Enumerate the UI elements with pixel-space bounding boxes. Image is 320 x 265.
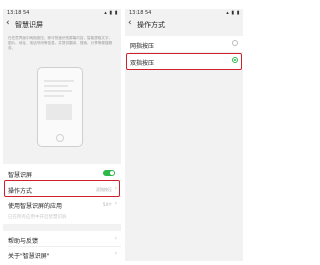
smart-screen-toggle[interactable]: [103, 170, 115, 176]
setting-apps-using[interactable]: 使用智慧识屏的应用 54个 ›: [3, 197, 121, 211]
status-icons: ▴ ▮ ▮: [226, 10, 240, 16]
link-label: 关于"智慧识屏": [8, 253, 50, 260]
option-label: 网指按压: [130, 43, 155, 50]
setting-info-note: 已在所有应用中开启智慧识屏: [3, 210, 121, 224]
help-feedback-link[interactable]: 帮助与反馈 ›: [3, 232, 121, 246]
nav-bar: ‹ 操作方式: [125, 17, 243, 31]
chevron-right-icon: ›: [114, 250, 117, 257]
main-settings-screen: 13:18 54 ▴ ▮ ▮ ‹ 智慧识屏 在任意界面中两指按压，即可快速识别屏…: [3, 9, 121, 261]
back-arrow-icon[interactable]: ‹: [6, 18, 10, 29]
option-two-finger-press[interactable]: 网指按压: [125, 37, 243, 51]
chevron-right-icon: ›: [114, 200, 117, 207]
status-icons: ▴ ▮ ▮: [104, 10, 118, 16]
setting-value: 54个: [102, 202, 112, 207]
feature-description: 在任意界面中两指按压，即可快速识别屏幕内容，智能提取文字、图片、地址、电话号码等…: [8, 36, 113, 50]
status-time: 13:18 54: [129, 10, 152, 16]
setting-label: 已在所有应用中开启智慧识屏: [8, 215, 67, 220]
nav-bar: ‹ 智慧识屏: [3, 17, 121, 31]
page-title: 智慧识屏: [15, 21, 43, 29]
about-link[interactable]: 关于"智慧识屏" ›: [3, 247, 121, 261]
page-title: 操作方式: [137, 21, 165, 29]
setting-smart-screen: 智慧识屏: [3, 166, 121, 180]
link-label: 帮助与反馈: [8, 238, 39, 245]
status-time: 13:18 54: [7, 10, 30, 16]
setting-label: 使用智慧识屏的应用: [8, 203, 63, 210]
phone-illustration: [37, 67, 83, 147]
back-arrow-icon[interactable]: ‹: [128, 18, 132, 29]
radio-unselected-icon[interactable]: [232, 40, 238, 46]
highlight-box: [4, 180, 120, 197]
footer-links-card: 帮助与反馈 › 关于"智慧识屏" ›: [3, 231, 121, 261]
setting-label: 智慧识屏: [8, 172, 33, 179]
chevron-right-icon: ›: [114, 235, 117, 242]
highlight-box: [126, 53, 242, 70]
operation-mode-screen: 13:18 54 ▴ ▮ ▮ ‹ 操作方式 网指按压 双指按压: [125, 9, 243, 261]
home-button-icon: [56, 134, 64, 142]
